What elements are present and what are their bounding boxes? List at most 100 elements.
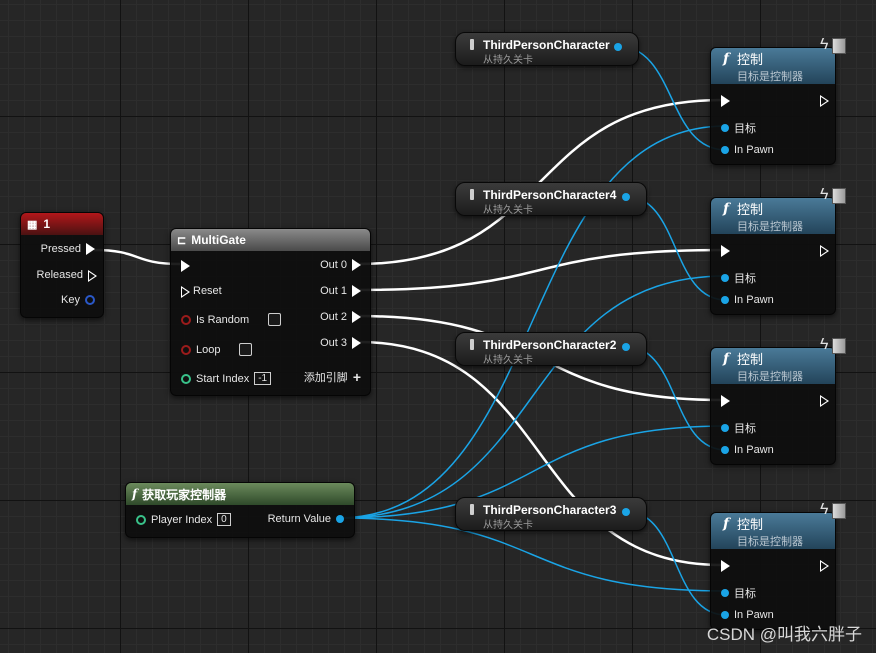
var-source: 从持久关卡: [483, 55, 533, 66]
object-pin-icon: [721, 274, 729, 282]
loop-label: Loop: [196, 343, 221, 356]
possess-exec-in[interactable]: [721, 95, 730, 107]
watermark: CSDN @叫我六胖子: [706, 625, 862, 644]
out2-label: Out 2: [320, 311, 347, 323]
pressed-label: Pressed: [40, 243, 81, 255]
get-player-controller-node[interactable]: f 获取玩家控制器 Player Index 0 Return Value: [125, 482, 355, 538]
function-icon: f: [132, 487, 138, 501]
function-icon: f: [723, 516, 730, 532]
possess-subtitle: 目标是控制器: [737, 370, 803, 383]
var-node-tpc3[interactable]: ThirdPersonCharacter3 从持久关卡: [455, 497, 647, 531]
in-pawn-label: In Pawn: [734, 294, 774, 306]
exec-out-icon: [86, 243, 95, 255]
object-pin-icon[interactable]: [614, 43, 622, 51]
possess-title: 控制: [737, 351, 764, 367]
var-node-tpc4[interactable]: ThirdPersonCharacter4 从持久关卡: [455, 182, 647, 216]
target-pin[interactable]: 目标: [721, 270, 756, 286]
possess-node-4[interactable]: f 控制 目标是控制器 目标 In Pawn: [710, 512, 836, 630]
multigate-header: ⊏ MultiGate: [171, 229, 370, 251]
exec-out-icon: [820, 560, 829, 572]
var-source: 从持久关卡: [483, 355, 533, 366]
exec-out-icon: [352, 311, 361, 323]
target-label: 目标: [734, 123, 756, 135]
out0-label: Out 0: [320, 259, 347, 271]
cube-icon: [832, 503, 846, 519]
player-index-value[interactable]: 0: [217, 513, 231, 526]
player-index-pin[interactable]: Player Index 0: [136, 513, 231, 526]
reset-pin[interactable]: Reset: [181, 285, 222, 298]
possess-subtitle: 目标是控制器: [737, 70, 803, 83]
is-random-checkbox[interactable]: [268, 313, 282, 326]
pressed-pin[interactable]: Pressed: [41, 243, 95, 255]
keyboard-icon: ▦: [27, 218, 38, 231]
is-random-label: Is Random: [196, 313, 250, 326]
possess-title: 控制: [737, 51, 764, 67]
var-source: 从持久关卡: [483, 520, 533, 531]
possess-exec-in[interactable]: [721, 560, 730, 572]
lightning-icon: ϟ: [820, 501, 829, 518]
target-label: 目标: [734, 273, 756, 285]
key-event-title: 1: [43, 217, 51, 231]
function-icon: f: [723, 201, 730, 217]
out1-label: Out 1: [320, 285, 347, 297]
target-pin[interactable]: 目标: [721, 585, 756, 601]
key-event-node[interactable]: ▦ 1 Pressed Released Key: [20, 212, 104, 318]
multigate-title: MultiGate: [191, 233, 246, 247]
exec-in-icon: [721, 560, 730, 572]
object-pin-icon: [721, 446, 729, 454]
possess-node-2[interactable]: f 控制 目标是控制器 目标 In Pawn: [710, 197, 836, 315]
possess-exec-in[interactable]: [721, 245, 730, 257]
var-node-tpc[interactable]: ThirdPersonCharacter 从持久关卡: [455, 32, 639, 66]
released-pin[interactable]: Released: [37, 269, 97, 282]
exec-out-icon: [352, 259, 361, 271]
possess-exec-out[interactable]: [820, 560, 829, 572]
key-pin[interactable]: Key: [61, 294, 95, 306]
start-index-pin[interactable]: Start Index -1: [181, 372, 272, 385]
possess-exec-in[interactable]: [721, 395, 730, 407]
return-value-label: Return Value: [267, 513, 331, 525]
in-pawn-label: In Pawn: [734, 444, 774, 456]
object-pin-icon: [336, 515, 344, 523]
possess-node-1[interactable]: f 控制 目标是控制器 目标 In Pawn: [710, 47, 836, 165]
flow-control-icon: ⊏: [177, 234, 187, 247]
is-random-pin[interactable]: Is Random: [181, 313, 282, 326]
bool-pin-icon: [181, 314, 191, 325]
var-node-tpc2[interactable]: ThirdPersonCharacter2 从持久关卡: [455, 332, 647, 366]
possess-node-3[interactable]: f 控制 目标是控制器 目标 In Pawn: [710, 347, 836, 465]
add-pin-button[interactable]: 添加引脚 +: [304, 369, 361, 385]
variable-icon: [470, 189, 474, 200]
target-pin[interactable]: 目标: [721, 420, 756, 436]
object-pin-icon[interactable]: [622, 193, 630, 201]
in-pawn-pin[interactable]: In Pawn: [721, 294, 774, 306]
out2-pin[interactable]: Out 2: [320, 311, 361, 323]
exec-out-icon: [352, 337, 361, 349]
possess-exec-out[interactable]: [820, 245, 829, 257]
possess-exec-out[interactable]: [820, 395, 829, 407]
multigate-node[interactable]: ⊏ MultiGate Reset Is Random Loop Start I…: [170, 228, 371, 396]
out1-pin[interactable]: Out 1: [320, 285, 361, 297]
exec-out-icon: [352, 285, 361, 297]
loop-pin[interactable]: Loop: [181, 343, 253, 356]
in-pawn-pin[interactable]: In Pawn: [721, 444, 774, 456]
object-pin-icon: [721, 589, 729, 597]
possess-exec-out[interactable]: [820, 95, 829, 107]
exec-wire: [93, 248, 181, 266]
key-label: Key: [61, 294, 80, 306]
in-pawn-pin[interactable]: In Pawn: [721, 144, 774, 156]
player-index-label: Player Index: [151, 513, 213, 526]
object-pin-icon[interactable]: [622, 508, 630, 516]
return-value-pin[interactable]: Return Value: [268, 513, 344, 525]
exec-out-icon: [820, 95, 829, 107]
out3-pin[interactable]: Out 3: [320, 337, 361, 349]
get-controller-title: 获取玩家控制器: [142, 487, 227, 502]
possess-header: f 控制 目标是控制器: [711, 348, 835, 384]
possess-title: 控制: [737, 201, 764, 217]
target-pin[interactable]: 目标: [721, 120, 756, 136]
multigate-exec-in[interactable]: [181, 260, 190, 272]
start-index-value[interactable]: -1: [254, 372, 272, 385]
exec-in-icon: [721, 245, 730, 257]
out0-pin[interactable]: Out 0: [320, 259, 361, 271]
loop-checkbox[interactable]: [239, 343, 253, 356]
object-pin-icon[interactable]: [622, 343, 630, 351]
target-label: 目标: [734, 588, 756, 600]
